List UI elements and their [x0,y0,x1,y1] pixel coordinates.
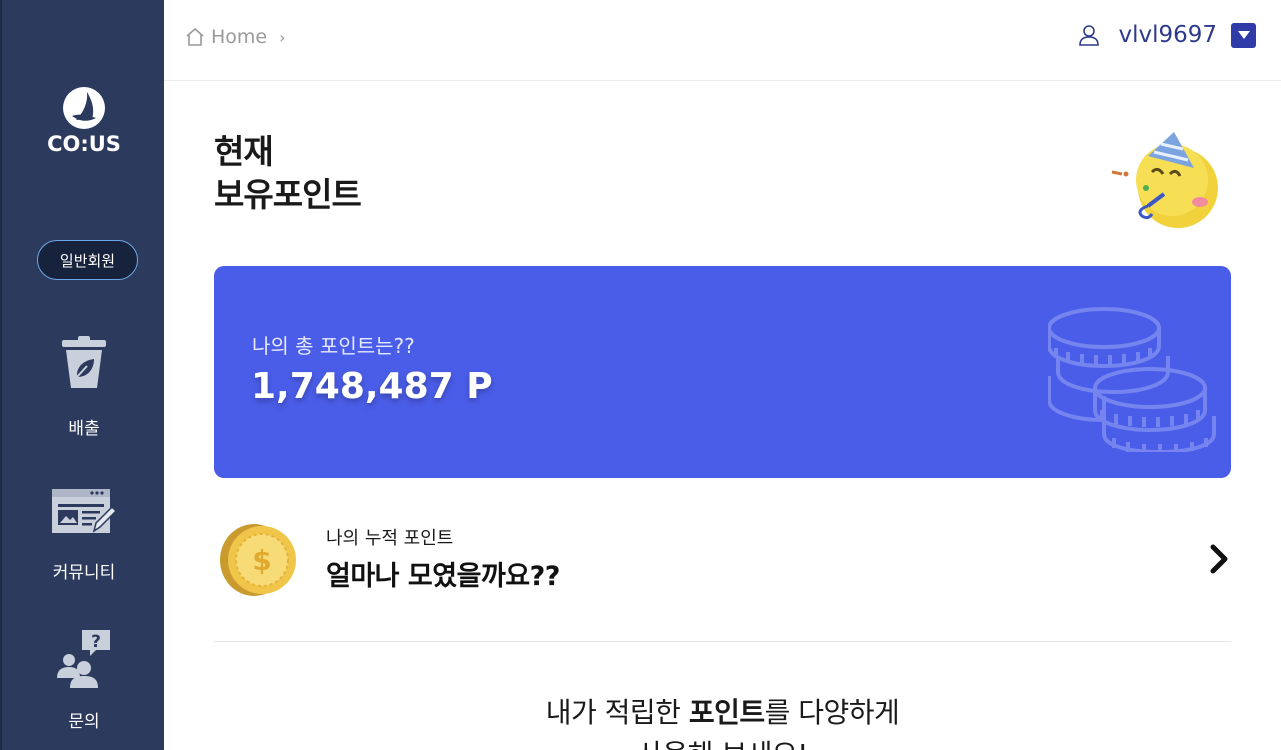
page-title-line2: 보유포인트 [214,175,362,214]
accumulated-title: 얼마나 모였을까요?? [326,561,560,592]
member-badge: 일반회원 [37,240,138,280]
sidebar-item-inquiry[interactable]: ? 문의 [2,628,166,732]
promo-line1-pre: 내가 적립한 [545,696,689,729]
coins-stack-icon [1048,307,1216,452]
logo[interactable]: CO:US [2,86,166,156]
coin-icon: $ [220,524,296,596]
promo-line2: 사용해 보세요! [214,734,1231,750]
party-emoji-icon [1111,132,1218,228]
total-points-caption: 나의 총 포인트는?? [252,334,415,358]
total-points-value: 1,748,487 P [251,366,493,407]
caret-down-icon [1237,31,1250,39]
divider [214,641,1231,642]
promo-line1-bold: 포인트 [688,696,765,729]
sidebar-item-community[interactable]: 커뮤니티 [2,487,166,583]
accumulated-points-link[interactable]: $ 나의 누적 포인트 얼마나 모였을까요?? [214,505,1231,615]
home-icon[interactable] [185,27,205,47]
top-header: Home › vlvl9697 [164,0,1281,81]
breadcrumb: Home › [185,26,286,48]
question-users-icon: ? [57,630,110,688]
promo-line1: 내가 적립한 포인트를 다양하게 [214,692,1231,734]
breadcrumb-separator: › [279,27,286,47]
sidebar-item-label: 커뮤니티 [52,563,116,583]
accumulated-subtitle: 나의 누적 포인트 [326,528,454,549]
username[interactable]: vlvl9697 [1118,22,1217,48]
sidebar: CO:US 일반회원 배출 커뮤니티 ? 문의 [0,0,164,750]
svg-text:?: ? [91,632,101,652]
user-icon[interactable] [1078,24,1100,46]
svg-text:$: $ [252,544,271,577]
chevron-right-icon[interactable] [1209,543,1231,575]
user-menu[interactable]: vlvl9697 [1078,22,1256,48]
breadcrumb-home[interactable]: Home [211,26,267,48]
trash-leaf-icon [62,336,106,388]
promo-text: 내가 적립한 포인트를 다양하게 사용해 보세요! [214,692,1231,750]
user-dropdown-button[interactable] [1231,22,1256,48]
sidebar-item-label: 배출 [68,419,100,439]
promo-line1-post: 를 다양하게 [764,696,900,729]
total-points-card: 나의 총 포인트는?? 1,748,487 P [214,266,1231,478]
logo-text: CO:US [47,132,121,156]
logo-sail-icon [63,87,105,129]
web-edit-icon [52,489,118,533]
sidebar-item-label: 문의 [68,712,100,732]
page-title-line1: 현재 [214,132,274,171]
page-title: 현재 보유포인트 [214,130,362,216]
sidebar-item-disposal[interactable]: 배출 [2,334,166,439]
